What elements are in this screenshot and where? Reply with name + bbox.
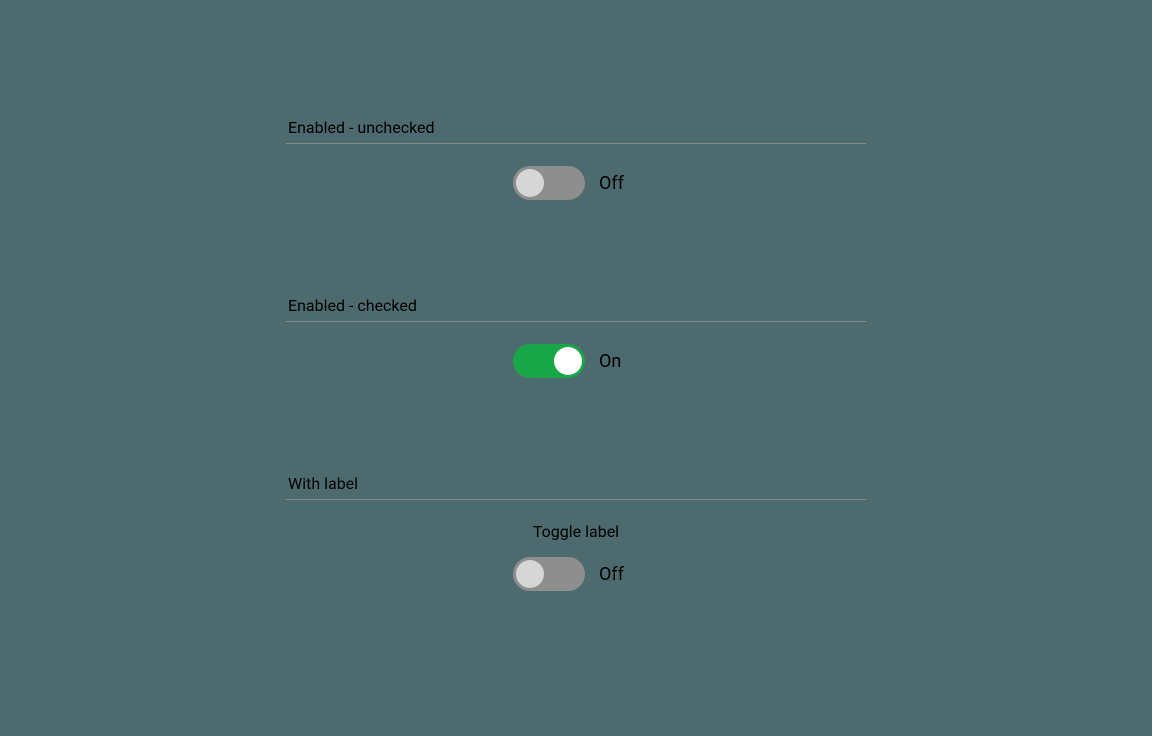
section-divider — [286, 499, 866, 500]
section-with-label: With label Toggle label Off — [286, 474, 866, 591]
toggle-state-text-checked: On — [599, 351, 639, 372]
section-heading-checked: Enabled - checked — [288, 296, 866, 315]
toggle-state-text-unchecked: Off — [599, 173, 639, 194]
section-divider — [286, 321, 866, 322]
section-heading-unchecked: Enabled - unchecked — [288, 118, 866, 137]
toggle-row-checked: On — [286, 344, 866, 378]
toggle-knob — [554, 347, 582, 375]
toggle-knob — [516, 560, 544, 588]
section-divider — [286, 143, 866, 144]
toggle-row-with-label: Off — [513, 557, 639, 591]
toggle-block-with-label: Toggle label Off — [286, 522, 866, 591]
toggle-state-text-with-label: Off — [599, 564, 639, 585]
section-enabled-checked: Enabled - checked On — [286, 296, 866, 378]
section-heading-with-label: With label — [288, 474, 866, 493]
toggle-knob — [516, 169, 544, 197]
toggle-switch-unchecked[interactable] — [513, 166, 585, 200]
toggle-row-unchecked: Off — [286, 166, 866, 200]
toggle-switch-with-label[interactable] — [513, 557, 585, 591]
demo-container: Enabled - unchecked Off Enabled - checke… — [286, 0, 866, 591]
toggle-label: Toggle label — [533, 522, 619, 541]
section-enabled-unchecked: Enabled - unchecked Off — [286, 118, 866, 200]
toggle-switch-checked[interactable] — [513, 344, 585, 378]
